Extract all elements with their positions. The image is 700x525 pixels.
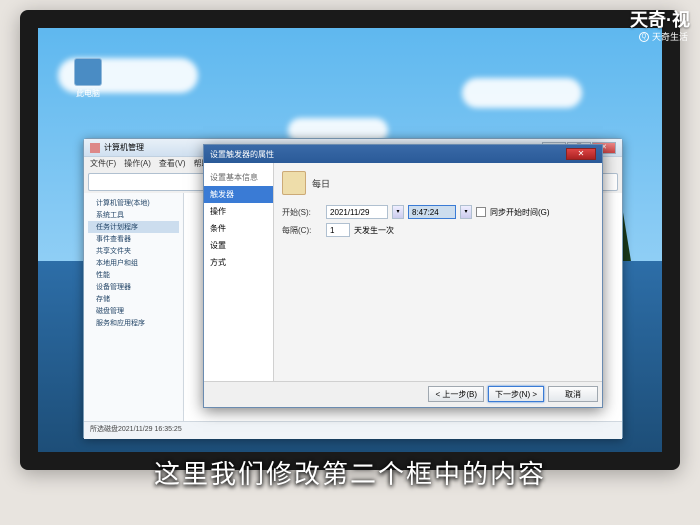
- dialog-titlebar[interactable]: 设置触发器的属性 ✕: [204, 145, 602, 163]
- menu-file[interactable]: 文件(F): [90, 158, 116, 170]
- sync-checkbox-label: 同步开始时间(G): [490, 207, 550, 218]
- dialog-main: 每日 开始(S): ▾ ▾ 同步开始时间(G) 每隔(C): 天: [274, 163, 602, 381]
- sidebar-item-method[interactable]: 方式: [204, 254, 273, 271]
- tree-item[interactable]: 服务和应用程序: [88, 317, 179, 329]
- start-label: 开始(S):: [282, 207, 322, 218]
- monitor-frame: 此电脑 计算机管理 — □ ✕ 文件(F) 操作(A) 查看(V) 帮助(H): [20, 10, 680, 470]
- watermark-subtitle: Q 天奇生活: [639, 30, 688, 43]
- tree-item[interactable]: 性能: [88, 269, 179, 281]
- tree-item[interactable]: 任务计划程序: [88, 221, 179, 233]
- sidebar-item-trigger[interactable]: 触发器: [204, 186, 273, 203]
- trigger-dialog: 设置触发器的属性 ✕ 设置基本信息 触发器 操作 条件 设置 方式 每日: [203, 144, 603, 408]
- magnifier-icon: Q: [639, 32, 649, 42]
- tree-item[interactable]: 本地用户和组: [88, 257, 179, 269]
- nav-tree: 计算机管理(本地) 系统工具 任务计划程序 事件查看器 共享文件夹 本地用户和组…: [84, 193, 184, 421]
- start-time-field[interactable]: [408, 205, 456, 219]
- window-title: 计算机管理: [104, 142, 144, 153]
- sidebar-header: 设置基本信息: [204, 169, 273, 186]
- desktop-icon-computer[interactable]: 此电脑: [68, 58, 108, 99]
- interval-field[interactable]: [326, 223, 350, 237]
- dialog-close-button[interactable]: ✕: [566, 148, 596, 160]
- dialog-title: 设置触发器的属性: [210, 149, 274, 160]
- interval-label: 每隔(C):: [282, 225, 322, 236]
- tree-item[interactable]: 计算机管理(本地): [88, 197, 179, 209]
- tree-item[interactable]: 存储: [88, 293, 179, 305]
- tree-item[interactable]: 事件查看器: [88, 233, 179, 245]
- status-bar: 所选磁盘2021/11/29 16:35:25: [84, 421, 622, 439]
- dialog-button-bar: < 上一步(B) 下一步(N) > 取消: [204, 381, 602, 407]
- menu-view[interactable]: 查看(V): [159, 158, 186, 170]
- app-icon: [90, 143, 100, 153]
- date-dropdown-icon[interactable]: ▾: [392, 205, 404, 219]
- sidebar-item-action[interactable]: 操作: [204, 203, 273, 220]
- interval-unit: 天发生一次: [354, 225, 394, 236]
- calendar-icon: [282, 171, 306, 195]
- tree-item[interactable]: 系统工具: [88, 209, 179, 221]
- menu-action[interactable]: 操作(A): [124, 158, 151, 170]
- cancel-button[interactable]: 取消: [548, 386, 598, 402]
- prev-button[interactable]: < 上一步(B): [428, 386, 484, 402]
- watermark-logo: 天奇·视: [630, 6, 690, 32]
- schedule-type-label: 每日: [312, 177, 330, 190]
- video-subtitle: 这里我们修改第二个框中的内容: [154, 454, 546, 491]
- next-button[interactable]: 下一步(N) >: [488, 386, 544, 402]
- tree-item[interactable]: 共享文件夹: [88, 245, 179, 257]
- tree-item[interactable]: 设备管理器: [88, 281, 179, 293]
- sidebar-item-settings[interactable]: 设置: [204, 237, 273, 254]
- desktop-screen: 此电脑 计算机管理 — □ ✕ 文件(F) 操作(A) 查看(V) 帮助(H): [38, 28, 662, 452]
- start-date-field[interactable]: [326, 205, 388, 219]
- status-text: 所选磁盘2021/11/29 16:35:25: [90, 426, 182, 433]
- computer-icon: [74, 58, 102, 86]
- tree-item[interactable]: 磁盘管理: [88, 305, 179, 317]
- sync-checkbox[interactable]: [476, 207, 486, 217]
- sidebar-item-condition[interactable]: 条件: [204, 220, 273, 237]
- desktop-icon-label: 此电脑: [76, 89, 100, 98]
- time-stepper-icon[interactable]: ▾: [460, 205, 472, 219]
- dialog-sidebar: 设置基本信息 触发器 操作 条件 设置 方式: [204, 163, 274, 381]
